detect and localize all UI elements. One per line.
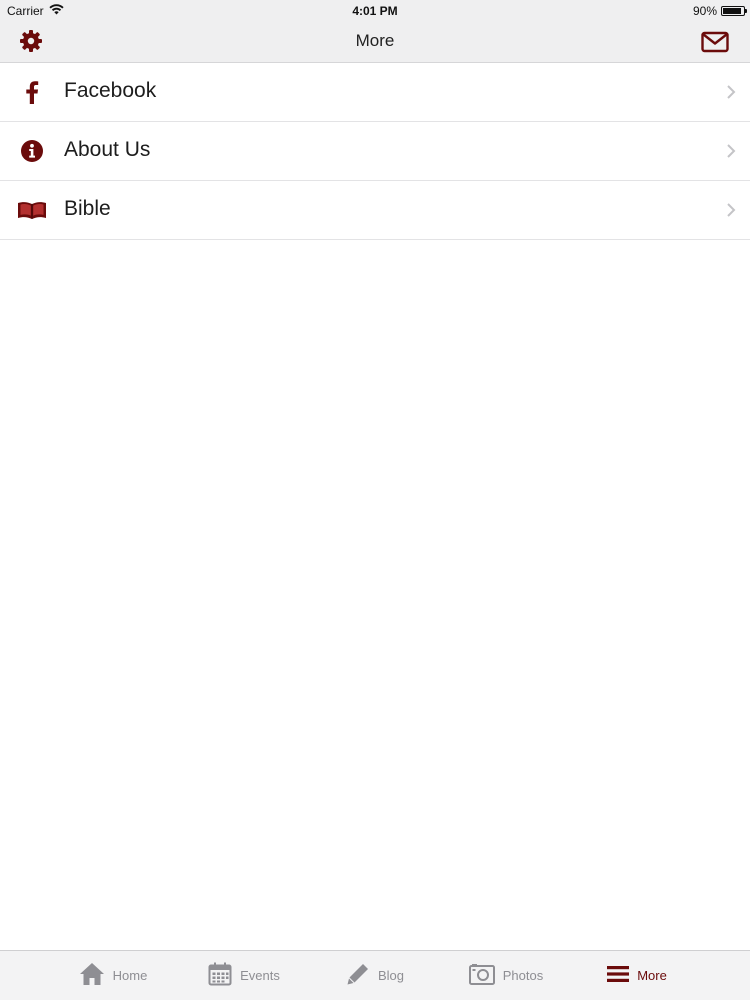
book-icon (17, 196, 47, 224)
navigation-bar: More (0, 22, 750, 63)
status-time: 4:01 PM (352, 4, 398, 18)
tab-blog[interactable]: Blog (310, 962, 441, 989)
menu-icon (607, 965, 630, 986)
tab-label: Events (240, 968, 280, 983)
chevron-right-icon (726, 202, 736, 218)
calendar-icon (208, 962, 232, 989)
list-item-label: Facebook (64, 79, 157, 102)
list-item-label: About Us (64, 138, 151, 161)
battery-fill (723, 8, 741, 14)
tab-label: More (637, 968, 667, 983)
status-right: 90% (692, 4, 747, 18)
list-item-bible[interactable]: Bible (0, 181, 750, 240)
battery-percent: 90% (692, 4, 717, 18)
status-bar: Carrier 4:01 PM 90% (0, 0, 750, 22)
info-icon (17, 137, 47, 165)
battery-icon (721, 6, 747, 16)
tab-more[interactable]: More (572, 965, 703, 986)
home-icon (79, 962, 105, 989)
chevron-right-icon (726, 143, 736, 159)
camera-icon (468, 963, 495, 988)
list-item-about-us[interactable]: About Us (0, 122, 750, 181)
tab-photos[interactable]: Photos (441, 963, 572, 988)
pencil-icon (346, 962, 370, 989)
mail-button[interactable] (700, 31, 730, 57)
list-item-facebook[interactable]: Facebook (0, 63, 750, 122)
list-item-label: Bible (64, 197, 111, 220)
page-title: More (355, 31, 395, 50)
tab-label: Home (112, 968, 148, 983)
tab-label: Photos (502, 968, 544, 983)
tab-bar: Home Events Blog Photos More (0, 950, 750, 1000)
more-list: Facebook About Us Bible (0, 63, 750, 240)
facebook-icon (17, 78, 47, 106)
tab-home[interactable]: Home (48, 962, 179, 989)
more-screen: Carrier 4:01 PM 90% More Facebook About … (0, 0, 750, 1000)
tab-events[interactable]: Events (179, 962, 310, 989)
tab-label: Blog (377, 968, 405, 983)
mail-icon (701, 31, 729, 58)
chevron-right-icon (726, 84, 736, 100)
